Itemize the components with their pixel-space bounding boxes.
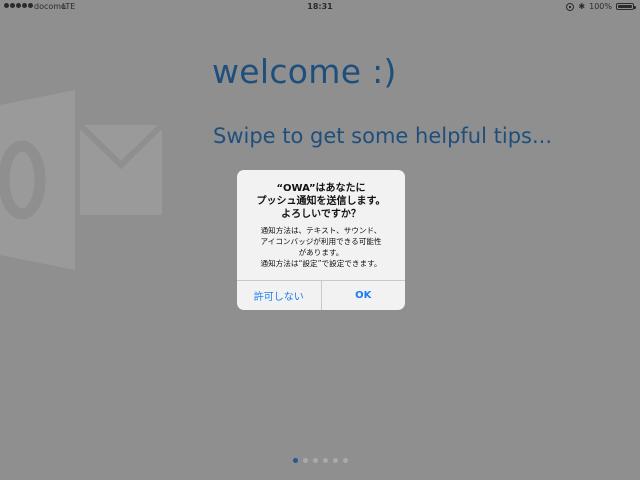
page-dot[interactable]	[322, 458, 328, 463]
rotation-lock-icon	[566, 2, 575, 11]
alert-button-row: 許可しない OK	[237, 280, 405, 310]
ok-button[interactable]: OK	[322, 281, 406, 310]
battery-percent: 100%	[589, 2, 612, 11]
page-dot[interactable]	[292, 458, 298, 463]
page-dot[interactable]	[302, 458, 308, 463]
status-time: 18:31	[307, 2, 333, 11]
dont-allow-button[interactable]: 許可しない	[237, 281, 322, 310]
battery-icon	[616, 3, 636, 10]
alert-message: 通知方法は、テキスト、サウンド、 アイコンバッジが利用できる可能性 があります。…	[260, 226, 382, 268]
bluetooth-icon: ✱	[578, 1, 586, 11]
outlook-logo-icon	[0, 90, 165, 270]
status-right-group: ✱ 100%	[566, 1, 636, 11]
alert-title: “OWA”はあなたに プッシュ通知を送信します。 よろしいですか？	[256, 183, 386, 220]
push-notification-alert: “OWA”はあなたに プッシュ通知を送信します。 よろしいですか？ 通知方法は、…	[237, 170, 405, 310]
page-dot[interactable]	[332, 458, 338, 463]
swipe-tips-text: Swipe to get some helpful tips...	[213, 124, 552, 148]
page-dot[interactable]	[342, 458, 348, 463]
page-indicator[interactable]	[0, 458, 640, 463]
welcome-title: welcome :)	[212, 52, 397, 91]
status-bar: docomo LTE 18:31 ✱ 100%	[0, 0, 640, 14]
page-dot[interactable]	[312, 458, 318, 463]
